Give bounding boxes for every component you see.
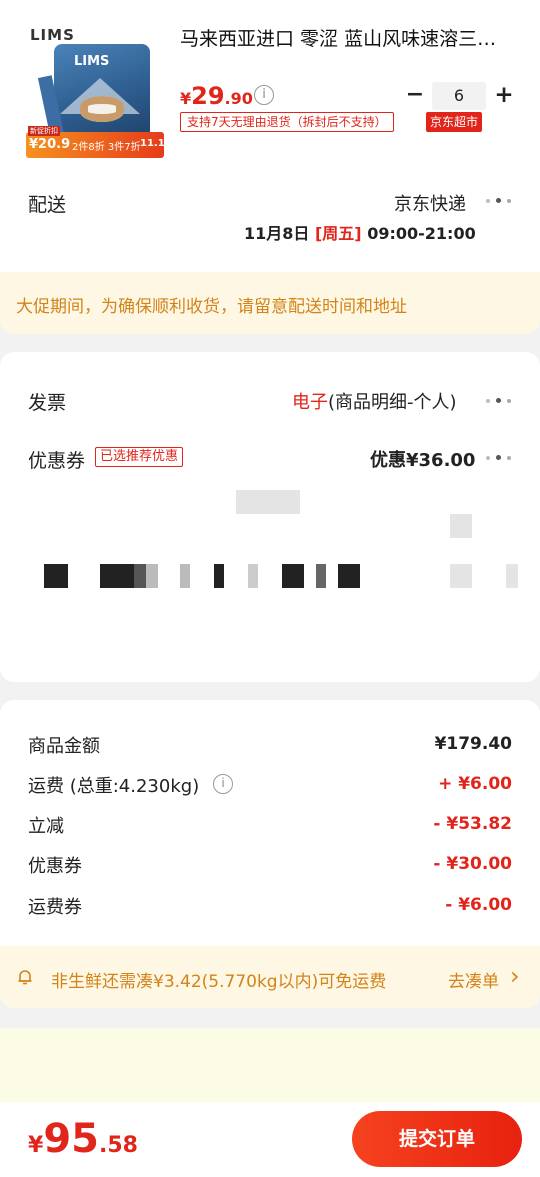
placeholder-block <box>450 514 472 538</box>
invoice-coupon-card: 发票 电子(商品明细-个人) 优惠券 已选推荐优惠 优惠¥36.00 <box>0 352 540 682</box>
delivery-more-icon[interactable] <box>486 196 514 206</box>
coffee-cup-graphic <box>80 96 124 122</box>
price-symbol: ¥ <box>180 89 192 108</box>
placeholder-block <box>214 564 224 588</box>
checkout-footer: ¥95.58 提交订单 <box>0 1102 540 1177</box>
shipping-info-icon[interactable]: i <box>213 774 233 794</box>
promo-strip: 新促折扣 ¥20.9 2件8折 3件7折 11.11 <box>26 126 172 158</box>
summary-value-shipping-coupon: - ¥6.00 <box>445 895 512 915</box>
delivery-carrier[interactable]: 京东快递 <box>394 190 466 216</box>
qty-input[interactable]: 6 <box>432 82 486 110</box>
placeholder-block <box>316 564 326 588</box>
summary-label-goods: 商品金额 <box>28 736 100 757</box>
store-tag: 京东超市 <box>426 112 483 132</box>
price-summary-card: 商品金额 ¥179.40 运费 (总重:4.230kg) i + ¥6.00 立… <box>0 700 540 946</box>
coffee-package: LIMS <box>54 44 150 144</box>
submit-order-button[interactable]: 提交订单 <box>352 1111 522 1167</box>
bell-icon <box>16 968 34 986</box>
product-price: ¥29.90 <box>180 82 253 110</box>
delivery-time[interactable]: 11月8日 [周五] 09:00-21:00 <box>244 220 476 244</box>
delivery-hours: 09:00-21:00 <box>367 224 476 243</box>
total-integer: 95 <box>43 1116 99 1162</box>
invoice-type: 电子 <box>292 392 328 413</box>
recommendation-placeholder <box>0 1028 540 1102</box>
placeholder-block <box>100 564 134 588</box>
summary-label-shipping-coupon: 运费券 <box>28 897 82 918</box>
total-decimal: .58 <box>98 1133 138 1158</box>
product-title[interactable]: 马来西亚进口 零涩 蓝山风味速溶三… <box>180 24 510 51</box>
summary-label-discount: 立减 <box>28 816 64 837</box>
price-decimal: .90 <box>224 89 253 108</box>
promo-badge: 11.11 <box>140 138 172 149</box>
product-image[interactable]: LIMS LIMS 新促折扣 ¥20.9 2件8折 3件7折 11.11 <box>26 24 172 158</box>
add-items-link[interactable]: 去凑单 <box>448 967 499 992</box>
delivery-label: 配送 <box>28 194 67 216</box>
delivery-weekday: [周五] <box>314 224 362 243</box>
placeholder-block <box>282 564 304 588</box>
placeholder-block <box>338 564 360 588</box>
coupon-value[interactable]: 优惠¥36.00 <box>370 446 475 472</box>
invoice-label: 发票 <box>28 392 67 414</box>
price-integer: 29 <box>191 82 225 110</box>
qty-minus-button[interactable]: − <box>404 84 426 108</box>
chevron-right-icon: › <box>510 962 520 990</box>
placeholder-block <box>450 564 472 588</box>
coupon-tag: 已选推荐优惠 <box>95 447 184 467</box>
order-total: ¥95.58 <box>28 1116 138 1162</box>
summary-label-coupon: 优惠券 <box>28 856 82 877</box>
delivery-date: 11月8日 <box>244 224 310 243</box>
package-brand: LIMS <box>74 54 110 69</box>
promo-notice: 大促期间，为确保顺利收货，请留意配送时间和地址 <box>0 272 540 334</box>
summary-label-shipping: 运费 (总重:4.230kg) <box>28 776 200 797</box>
coupon-label: 优惠券 <box>28 450 86 472</box>
freight-tip-text: 非生鲜还需凑¥3.42(5.770kg以内)可免运费 <box>51 972 387 992</box>
summary-value-goods: ¥179.40 <box>434 734 512 754</box>
placeholder-block <box>180 564 190 588</box>
total-currency: ¥ <box>28 1133 44 1158</box>
freight-tip-bar[interactable]: 非生鲜还需凑¥3.42(5.770kg以内)可免运费 去凑单 › <box>0 946 540 1008</box>
placeholder-block <box>146 564 158 588</box>
summary-value-discount: - ¥53.82 <box>433 814 512 834</box>
placeholder-block <box>248 564 258 588</box>
summary-value-coupon: - ¥30.00 <box>433 854 512 874</box>
brand-logo: LIMS <box>30 26 75 44</box>
summary-value-shipping: + ¥6.00 <box>438 774 512 794</box>
qty-plus-button[interactable]: + <box>492 84 516 108</box>
placeholder-block <box>506 564 518 588</box>
promo-price: ¥20.9 <box>29 137 71 152</box>
notice-text: 大促期间，为确保顺利收货，请留意配送时间和地址 <box>16 297 407 317</box>
placeholder-block <box>236 490 300 514</box>
info-icon[interactable]: i <box>254 85 274 105</box>
product-card: LIMS LIMS 新促折扣 ¥20.9 2件8折 3件7折 11.11 马来西… <box>0 0 540 272</box>
placeholder-block <box>44 564 68 588</box>
invoice-value[interactable]: 电子(商品明细-个人) <box>292 388 457 414</box>
promo-tag-top: 新促折扣 <box>28 126 60 136</box>
placeholder-block <box>134 564 146 588</box>
invoice-more-icon[interactable] <box>486 396 514 406</box>
return-policy-tag: 支持7天无理由退货（拆封后不支持） <box>180 112 394 132</box>
promo-text: 2件8折 3件7折 <box>72 142 141 153</box>
invoice-detail: (商品明细-个人) <box>328 392 457 413</box>
coupon-more-icon[interactable] <box>486 453 514 463</box>
